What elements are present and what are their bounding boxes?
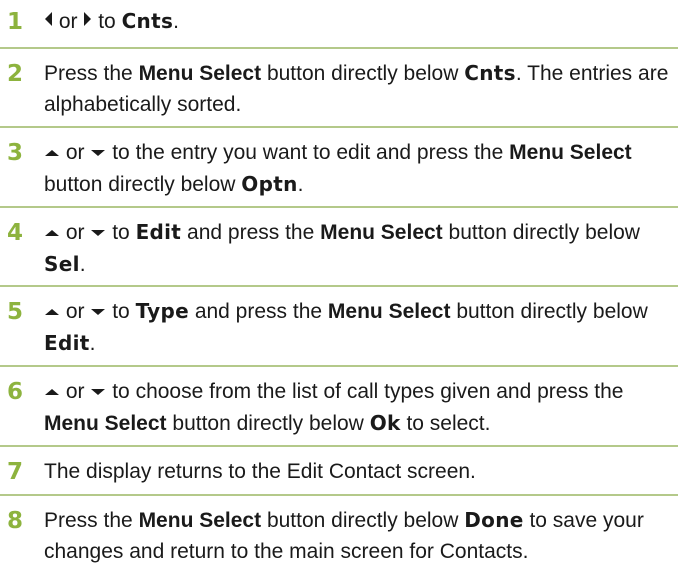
step-text: or to choose from the list of call types… xyxy=(44,376,674,439)
up-arrow-icon xyxy=(44,375,60,406)
step-end: . xyxy=(173,10,180,33)
menu-select-button-ref: Menu Select xyxy=(320,221,443,244)
left-arrow-icon xyxy=(44,5,53,36)
step-7: 7 The display returns to the Edit Contac… xyxy=(0,447,678,496)
step-number: 2 xyxy=(7,61,24,87)
screen-label: Cnts xyxy=(464,61,516,85)
step-text: or to the entry you want to edit and pre… xyxy=(44,137,674,200)
step-text-b: button directly below xyxy=(172,411,364,435)
step-text-a: The display returns to the Edit Contact … xyxy=(44,460,476,483)
step-text-a: to the entry you want to edit and press … xyxy=(112,141,504,164)
screen-label: Optn xyxy=(241,171,298,196)
step-text: The display returns to the Edit Contact … xyxy=(44,456,674,487)
or-word: or xyxy=(65,141,85,164)
screen-label: Edit xyxy=(135,220,182,244)
instruction-steps: 1 or to Cnts. 2 Press the Menu Select bu… xyxy=(0,0,678,572)
step-2: 2 Press the Menu Select button directly … xyxy=(0,49,678,128)
menu-select-button-ref: Menu Select xyxy=(509,141,632,164)
step-text-b: button directly below xyxy=(448,221,640,244)
up-arrow-icon xyxy=(44,136,60,167)
step-text-b: button directly below xyxy=(456,300,648,323)
step-text: or to Edit and press the Menu Select but… xyxy=(44,217,674,280)
screen-label: Cnts xyxy=(121,9,174,33)
step-end: . xyxy=(79,252,86,276)
screen-label: Sel xyxy=(44,251,80,276)
or-word: or xyxy=(65,300,85,323)
step-text-b: button directly below xyxy=(44,172,236,196)
step-number: 8 xyxy=(7,508,24,534)
step-text: Press the Menu Select button directly be… xyxy=(44,505,674,567)
step-3: 3 or to the entry you want to edit and p… xyxy=(0,128,678,208)
down-arrow-icon xyxy=(90,375,106,406)
or-word: or xyxy=(65,380,85,403)
step-text-a: Press the xyxy=(44,509,133,532)
to-word: to xyxy=(98,10,116,33)
step-number: 7 xyxy=(7,459,24,485)
step-number: 5 xyxy=(7,299,24,325)
step-number: 3 xyxy=(7,140,24,166)
step-end: . xyxy=(89,331,96,355)
to-word: to xyxy=(112,300,130,323)
step-text: Press the Menu Select button directly be… xyxy=(44,58,674,120)
screen-label: Done xyxy=(464,508,524,532)
screen-label: Type xyxy=(135,299,189,323)
or-word: or xyxy=(58,10,78,33)
step-text-b: button directly below xyxy=(266,62,459,85)
menu-select-button-ref: Menu Select xyxy=(327,300,451,323)
step-8: 8 Press the Menu Select button directly … xyxy=(0,496,678,572)
up-arrow-icon xyxy=(44,216,60,247)
step-text-a: Press the xyxy=(44,62,133,85)
step-text: or to Type and press the Menu Select but… xyxy=(44,296,674,359)
down-arrow-icon xyxy=(90,136,106,167)
step-end: . xyxy=(297,172,304,196)
screen-label: Ok xyxy=(369,410,401,435)
step-text-c: to select. xyxy=(406,411,491,435)
up-arrow-icon xyxy=(44,295,60,326)
menu-select-button-ref: Menu Select xyxy=(138,509,262,532)
right-arrow-icon xyxy=(83,5,92,36)
screen-label: Edit xyxy=(44,330,90,355)
down-arrow-icon xyxy=(90,295,106,326)
step-text-a: and press the xyxy=(187,221,315,244)
step-6: 6 or to choose from the list of call typ… xyxy=(0,367,678,447)
step-text-a: and press the xyxy=(194,300,323,323)
step-number: 6 xyxy=(7,379,24,405)
step-1: 1 or to Cnts. xyxy=(0,0,678,49)
step-text: or to Cnts. xyxy=(44,6,674,38)
step-text-b: button directly below xyxy=(266,509,459,532)
step-number: 1 xyxy=(7,9,24,35)
step-number: 4 xyxy=(7,220,24,246)
menu-select-button-ref: Menu Select xyxy=(138,62,262,85)
or-word: or xyxy=(65,221,85,244)
step-text-a: to choose from the list of call types gi… xyxy=(112,380,624,403)
to-word: to xyxy=(112,221,130,244)
menu-select-button-ref: Menu Select xyxy=(44,411,167,435)
step-4: 4 or to Edit and press the Menu Select b… xyxy=(0,208,678,287)
step-5: 5 or to Type and press the Menu Select b… xyxy=(0,287,678,367)
down-arrow-icon xyxy=(90,216,106,247)
